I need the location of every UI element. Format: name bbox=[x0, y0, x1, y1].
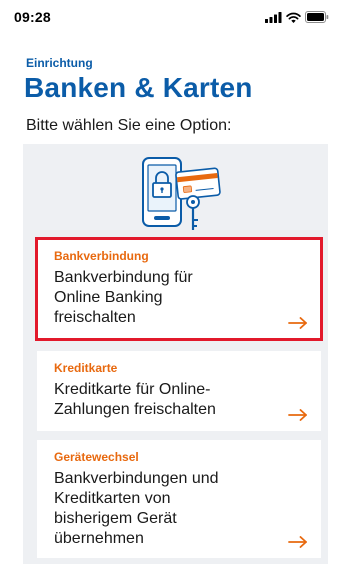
signal-icon bbox=[265, 11, 282, 23]
page-title: Banken & Karten bbox=[24, 72, 253, 103]
option-description-line: bisherigem Gerät bbox=[54, 510, 177, 527]
option-description-line: übernehmen bbox=[54, 530, 144, 547]
arrow-right-icon[interactable] bbox=[288, 536, 308, 548]
arrow-right-icon[interactable] bbox=[288, 317, 308, 329]
option-card-geraetewechsel[interactable]: Gerätewechsel Bankverbindungen und Kredi… bbox=[37, 440, 321, 558]
arrow-right-icon[interactable] bbox=[288, 409, 308, 421]
option-label: Bankverbindung bbox=[54, 249, 149, 263]
wifi-icon bbox=[286, 12, 301, 23]
option-description-line: Online Banking bbox=[54, 289, 163, 306]
option-description-line: freischalten bbox=[54, 309, 136, 326]
status-bar: 09:28 bbox=[0, 0, 339, 34]
option-description-line: Zahlungen freischalten bbox=[54, 401, 216, 418]
option-description: Kreditkarte für Online- Zahlungen freisc… bbox=[54, 380, 289, 420]
option-card-bankverbindung[interactable]: Bankverbindung Bankverbindung für Online… bbox=[35, 237, 323, 341]
option-description-line: Bankverbindungen und bbox=[54, 470, 219, 487]
option-card-kreditkarte[interactable]: Kreditkarte Kreditkarte für Online- Zahl… bbox=[37, 351, 321, 431]
status-icons bbox=[265, 11, 329, 23]
option-description-line: Bankverbindung für bbox=[54, 269, 193, 286]
option-description: Bankverbindungen und Kreditkarten von bi… bbox=[54, 469, 289, 549]
option-description: Bankverbindung für Online Banking freisc… bbox=[54, 268, 289, 328]
phone-lock-card-key-illustration bbox=[142, 157, 221, 230]
options-panel: Bankverbindung Bankverbindung für Online… bbox=[23, 144, 328, 564]
option-label: Kreditkarte bbox=[54, 361, 118, 375]
page-subtitle: Bitte wählen Sie eine Option: bbox=[26, 117, 232, 134]
option-label: Gerätewechsel bbox=[54, 450, 139, 464]
option-description-line: Kreditkarten von bbox=[54, 490, 171, 507]
section-eyebrow: Einrichtung bbox=[26, 56, 93, 70]
battery-icon bbox=[305, 11, 329, 23]
status-time: 09:28 bbox=[14, 9, 51, 25]
option-description-line: Kreditkarte für Online- bbox=[54, 381, 211, 398]
